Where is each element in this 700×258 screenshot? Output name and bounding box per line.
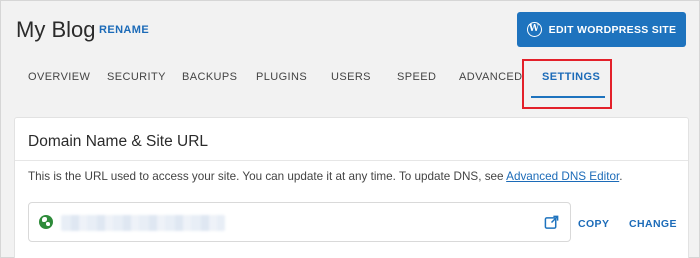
domain-settings-card: Domain Name & Site URL This is the URL u… xyxy=(14,117,689,258)
tab-backups[interactable]: BACKUPS xyxy=(182,71,237,83)
globe-icon xyxy=(39,215,53,229)
external-link-icon[interactable] xyxy=(544,215,559,230)
tab-speed[interactable]: SPEED xyxy=(397,71,436,83)
tab-users[interactable]: USERS xyxy=(331,71,371,83)
edit-wordpress-site-button[interactable]: W EDIT WORDPRESS SITE xyxy=(517,12,686,47)
advanced-dns-editor-link[interactable]: Advanced DNS Editor xyxy=(506,170,619,183)
site-url-value-redacted xyxy=(61,215,225,231)
change-button[interactable]: CHANGE xyxy=(629,218,677,230)
rename-link[interactable]: RENAME xyxy=(99,24,149,36)
page-title: My Blog xyxy=(16,17,96,42)
site-url-field[interactable] xyxy=(28,202,571,242)
tab-overview[interactable]: OVERVIEW xyxy=(28,71,90,83)
card-description: This is the URL used to access your site… xyxy=(28,170,622,183)
card-title: Domain Name & Site URL xyxy=(28,133,209,150)
card-divider xyxy=(15,160,688,161)
tab-security[interactable]: SECURITY xyxy=(107,71,166,83)
tab-plugins[interactable]: PLUGINS xyxy=(256,71,307,83)
copy-button[interactable]: COPY xyxy=(578,218,609,230)
tab-advanced[interactable]: ADVANCED xyxy=(459,71,523,83)
settings-tab-highlight xyxy=(522,59,612,109)
description-text: This is the URL used to access your site… xyxy=(28,170,507,183)
description-end: . xyxy=(619,170,623,183)
wordpress-icon: W xyxy=(526,22,542,37)
edit-wordpress-site-label: EDIT WORDPRESS SITE xyxy=(548,23,677,36)
